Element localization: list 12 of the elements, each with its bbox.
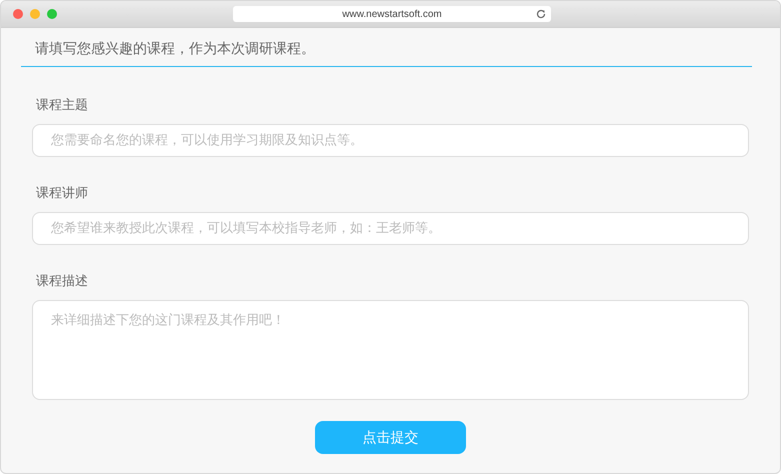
- input-field[interactable]: 您需要命名您的课程，可以使用学习期限及知识点等。: [32, 124, 749, 157]
- minimize-icon[interactable]: [30, 9, 40, 19]
- page-heading: 请填写您感兴趣的课程，作为本次调研课程。: [21, 38, 752, 67]
- text-area[interactable]: 来详细描述下您的这门课程及其作用吧！: [32, 300, 749, 400]
- reload-icon[interactable]: [535, 8, 547, 20]
- field-label: 课程描述: [36, 273, 89, 291]
- input-field[interactable]: 您希望谁来教授此次课程，可以填写本校指导老师，如：王老师等。: [32, 212, 749, 245]
- address-bar[interactable]: www.newstartsoft.com: [233, 6, 551, 22]
- field-label: 课程讲师: [36, 185, 89, 203]
- maximize-icon[interactable]: [47, 9, 57, 19]
- field-label: 课程主题: [36, 97, 89, 115]
- close-icon[interactable]: [13, 9, 23, 19]
